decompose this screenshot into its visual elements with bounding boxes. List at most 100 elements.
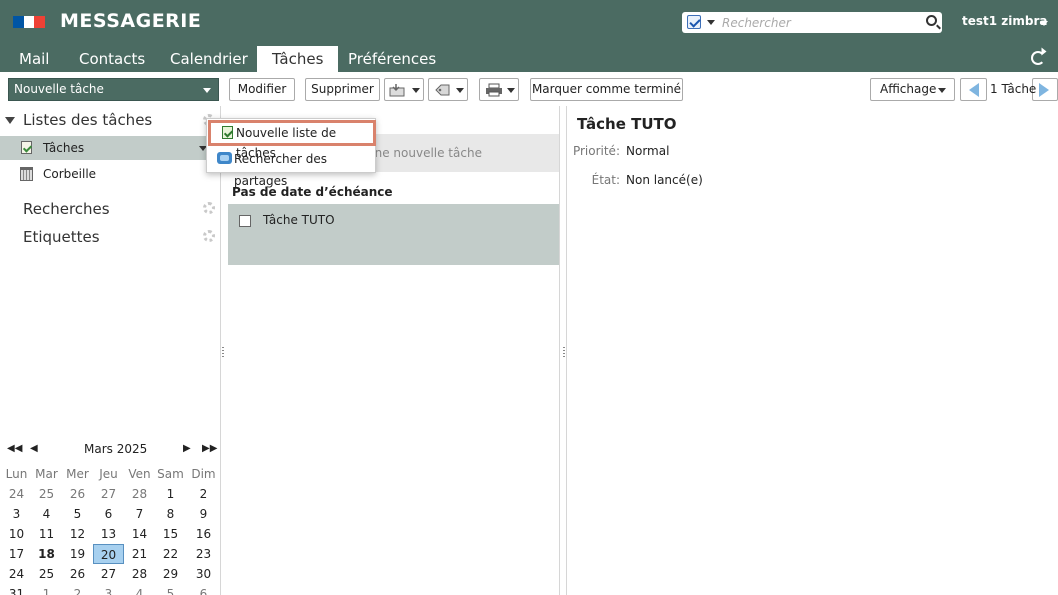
reading-pane: Tâche TUTO Priorité: Normal État: Non la…: [567, 106, 1058, 595]
calendar-day[interactable]: 24: [1, 564, 32, 584]
task-checkbox[interactable]: [239, 215, 251, 227]
sidebar-item-taches[interactable]: Tâches: [0, 136, 218, 160]
calendar-day[interactable]: 5: [62, 504, 93, 524]
calendar-day[interactable]: 26: [62, 564, 93, 584]
app-header: MESSAGERIE test1 zimbra Mail Contacts Ca…: [0, 0, 1058, 72]
calendar-day[interactable]: 11: [31, 524, 62, 544]
tab-taches[interactable]: Tâches: [257, 46, 339, 72]
calendar-day[interactable]: 5: [155, 584, 186, 595]
tag-icon: [435, 84, 450, 96]
print-button[interactable]: [479, 78, 519, 101]
tab-mail[interactable]: Mail: [4, 46, 64, 72]
tags-header[interactable]: Etiquettes: [23, 228, 100, 246]
calendar-day[interactable]: 3: [93, 584, 124, 595]
calendar-day[interactable]: 1: [31, 584, 62, 595]
splitter-grip-icon[interactable]: [563, 347, 565, 359]
calendar-day[interactable]: 30: [188, 564, 219, 584]
calendar-day[interactable]: 27: [93, 564, 124, 584]
view-button[interactable]: Affichage: [870, 78, 955, 101]
calendar-day[interactable]: 10: [1, 524, 32, 544]
mark-done-button[interactable]: Marquer comme terminé: [530, 78, 683, 101]
calendar-day[interactable]: 24: [1, 484, 32, 504]
calendar-day[interactable]: 8: [155, 504, 186, 524]
calendar-day[interactable]: 2: [188, 484, 219, 504]
search-scope-caret-icon[interactable]: [707, 20, 715, 25]
move-button[interactable]: [384, 78, 424, 101]
calendar-day[interactable]: 6: [93, 504, 124, 524]
previous-month-icon[interactable]: ◀: [30, 443, 38, 454]
calendar-day[interactable]: 9: [188, 504, 219, 524]
tag-button[interactable]: [428, 78, 468, 101]
splitter-grip-icon[interactable]: [222, 347, 224, 359]
edit-button[interactable]: Modifier: [229, 78, 295, 101]
status-label: État:: [591, 173, 620, 187]
new-task-label: Nouvelle tâche: [14, 82, 104, 96]
table-row[interactable]: Tâche TUTO: [228, 204, 559, 265]
chevron-down-icon[interactable]: [203, 88, 211, 93]
calendar-day[interactable]: 28: [124, 484, 155, 504]
calendar-day[interactable]: 31: [1, 584, 32, 595]
calendar-day[interactable]: 17: [1, 544, 32, 564]
calendar-day[interactable]: 18: [31, 544, 62, 564]
search-scope-checkbox-icon[interactable]: [687, 15, 701, 29]
calendar-day[interactable]: 23: [188, 544, 219, 564]
searches-header[interactable]: Recherches: [23, 200, 110, 218]
calendar-day[interactable]: 25: [31, 484, 62, 504]
calendar-day[interactable]: 7: [124, 504, 155, 524]
calendar-day[interactable]: 26: [62, 484, 93, 504]
calendar-day[interactable]: 12: [62, 524, 93, 544]
calendar-day[interactable]: 6: [188, 584, 219, 595]
next-month-icon[interactable]: ▶: [183, 443, 191, 454]
french-flag-logo: [13, 16, 46, 28]
next-year-icon[interactable]: ▶▶: [202, 443, 217, 454]
view-label: Affichage: [880, 82, 937, 96]
calendar-day[interactable]: 4: [31, 504, 62, 524]
menu-item-label: Rechercher des partages: [234, 152, 328, 188]
previous-page-button[interactable]: [960, 78, 987, 101]
calendar-day[interactable]: 27: [93, 484, 124, 504]
sidebar-item-label: Corbeille: [43, 167, 97, 181]
gear-icon[interactable]: [203, 202, 215, 214]
calendar-day[interactable]: 22: [155, 544, 186, 564]
new-task-button[interactable]: Nouvelle tâche: [8, 78, 219, 101]
calendar-day[interactable]: 20: [93, 544, 124, 564]
search-icon[interactable]: [926, 15, 937, 26]
middle-splitter[interactable]: [559, 106, 560, 595]
tab-preferences[interactable]: Préférences: [333, 46, 451, 72]
app-window: MESSAGERIE test1 zimbra Mail Contacts Ca…: [0, 0, 1058, 595]
menu-item-new-task-list[interactable]: Nouvelle liste de tâches: [208, 120, 376, 160]
chevron-down-icon: [456, 88, 464, 93]
user-menu[interactable]: test1 zimbra: [962, 14, 1048, 28]
sidebar-item-corbeille[interactable]: Corbeille: [0, 162, 218, 186]
previous-year-icon[interactable]: ◀◀: [7, 443, 22, 454]
user-menu-caret-icon[interactable]: [1040, 21, 1048, 26]
gear-icon[interactable]: [203, 230, 215, 242]
calendar-day[interactable]: 13: [93, 524, 124, 544]
delete-button[interactable]: Supprimer: [305, 78, 380, 101]
task-lists-header[interactable]: Listes des tâches: [23, 111, 152, 129]
calendar-day[interactable]: 3: [1, 504, 32, 524]
left-splitter[interactable]: [220, 106, 221, 595]
calendar-day[interactable]: 21: [124, 544, 155, 564]
calendar-day[interactable]: 25: [31, 564, 62, 584]
search-input[interactable]: [722, 14, 917, 31]
refresh-icon[interactable]: [1031, 51, 1045, 65]
collapse-triangle-icon[interactable]: [5, 117, 15, 124]
tab-contacts[interactable]: Contacts: [64, 46, 160, 72]
calendar-day[interactable]: 16: [188, 524, 219, 544]
calendar-day[interactable]: 4: [124, 584, 155, 595]
calendar-day[interactable]: 29: [155, 564, 186, 584]
calendar-day[interactable]: 2: [62, 584, 93, 595]
menu-item-find-shares[interactable]: Rechercher des partages: [208, 148, 376, 188]
calendar-day-header: Lun: [5, 467, 28, 481]
tab-calendrier[interactable]: Calendrier: [155, 46, 263, 72]
calendar-day[interactable]: 14: [124, 524, 155, 544]
calendar-day[interactable]: 19: [62, 544, 93, 564]
calendar-day[interactable]: 15: [155, 524, 186, 544]
calendar-day[interactable]: 1: [155, 484, 186, 504]
chevron-down-icon: [412, 88, 420, 93]
calendar-day[interactable]: 28: [124, 564, 155, 584]
calendar-month-title: Mars 2025: [84, 442, 148, 456]
calendar-day-header: Sam: [157, 467, 184, 481]
calendar-day-header: Mer: [66, 467, 89, 481]
